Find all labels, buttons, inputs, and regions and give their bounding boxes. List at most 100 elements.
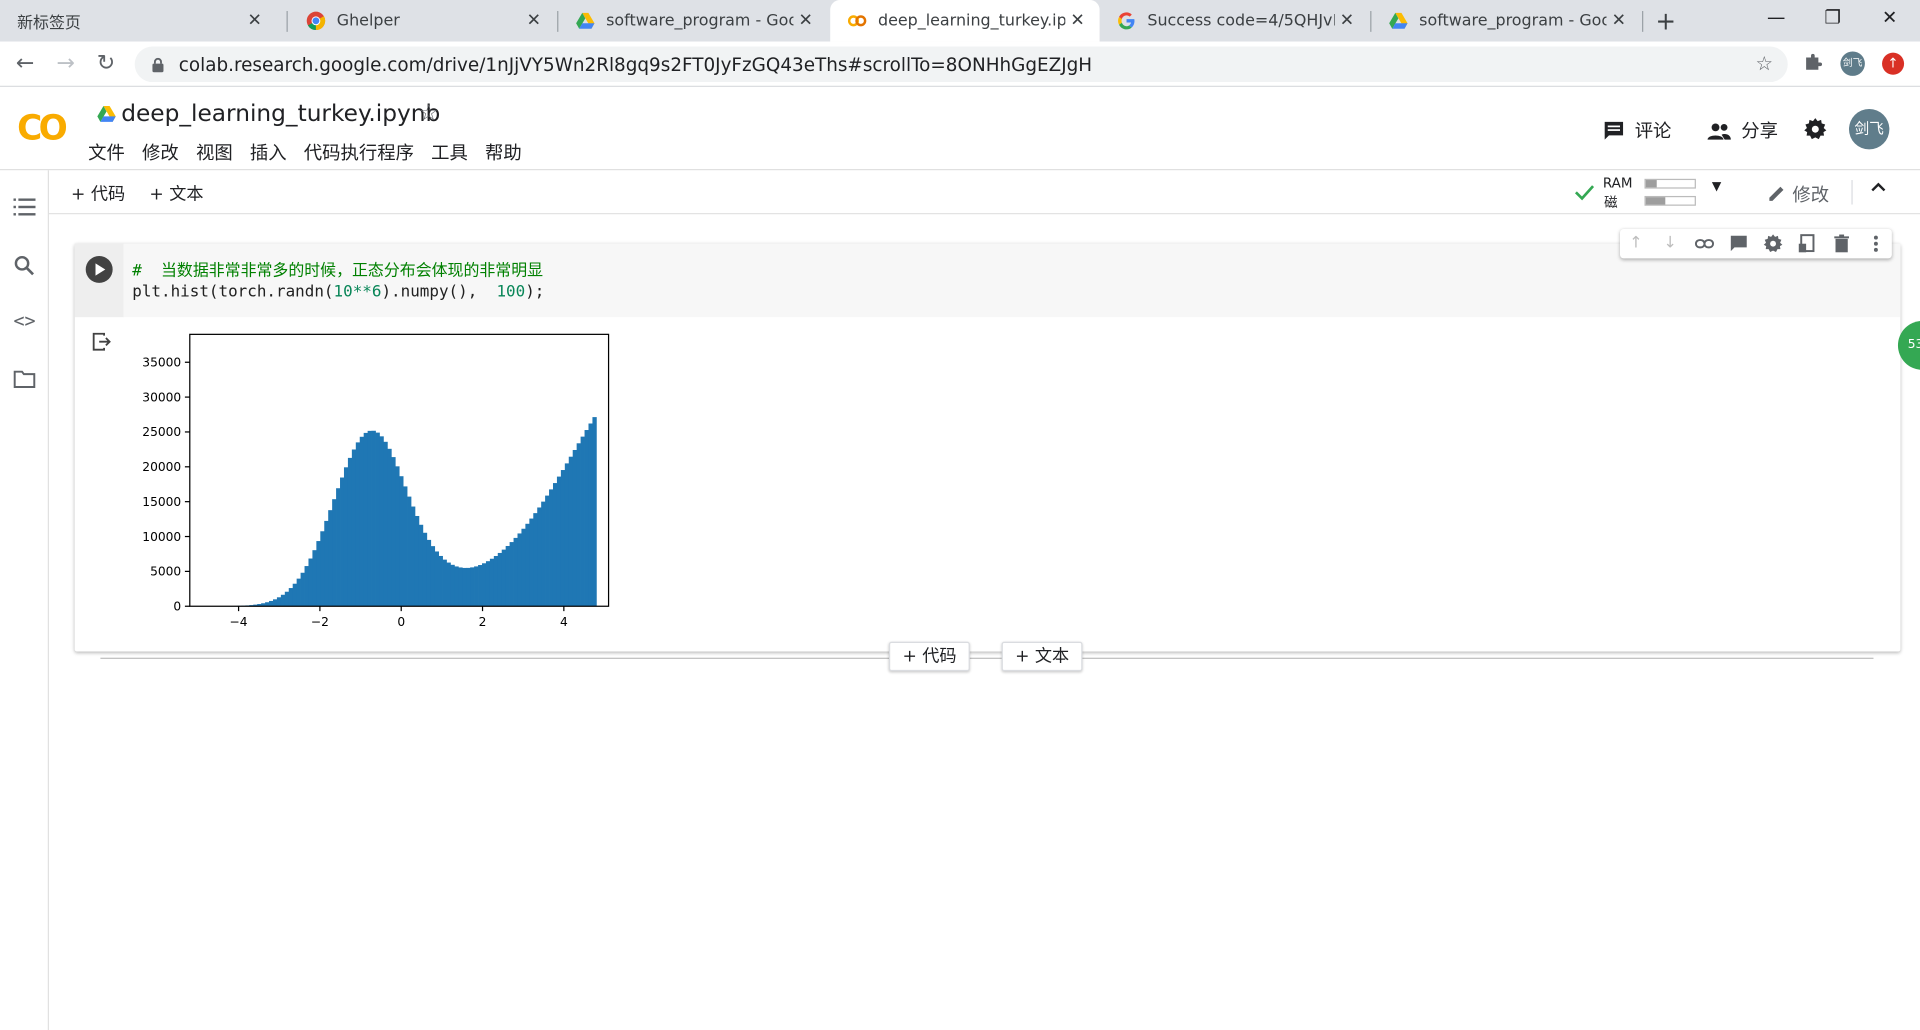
ram-usage-fill (1645, 180, 1657, 188)
close-icon[interactable]: ✕ (242, 11, 266, 31)
colab-logo[interactable]: CO (17, 108, 68, 148)
insert-code-button[interactable]: + 代码 (888, 641, 971, 672)
user-avatar[interactable]: 剑飞 (1848, 109, 1890, 150)
menu-edit[interactable]: 修改 (142, 140, 179, 166)
menu-file[interactable]: 文件 (88, 140, 125, 166)
chrome-icon (306, 11, 326, 31)
left-sidebar: <> (0, 170, 49, 1030)
run-cell-button[interactable] (85, 255, 113, 283)
gear-icon[interactable] (1804, 118, 1827, 141)
edit-button[interactable]: 修改 (1767, 181, 1829, 207)
tab-title: software_program - Googl (606, 11, 794, 31)
ram-usage-bar (1644, 178, 1696, 189)
histogram-bar (529, 518, 534, 607)
histogram-bar (324, 520, 329, 607)
histogram-bar (584, 430, 589, 607)
bookmark-star-icon[interactable]: ☆ (1755, 51, 1773, 74)
extensions-puzzle-icon[interactable] (1802, 51, 1824, 73)
histogram-bar (316, 541, 321, 607)
insert-text-button[interactable]: + 文本 (1001, 641, 1083, 672)
new-tab-button[interactable]: + (1656, 6, 1677, 35)
tab-software-program-2[interactable]: software_program - Googl ✕ (1371, 0, 1640, 42)
histogram-bar (438, 555, 443, 607)
notebook-title[interactable]: deep_learning_turkey.ipynb (121, 100, 440, 127)
close-window-button[interactable]: ✕ (1882, 6, 1897, 28)
profile-avatar[interactable]: 剑飞 (1840, 51, 1865, 76)
star-icon[interactable]: ☆ (419, 100, 439, 126)
notebook-toolbar: + 代码 + 文本 RAM 磁盘 ▼ 修改 (48, 170, 1920, 230)
y-tick-label: 5000 (150, 565, 181, 579)
tab-ghelper[interactable]: Ghelper ✕ (289, 0, 556, 42)
colab-icon (847, 15, 867, 27)
histogram-bar (446, 562, 451, 607)
menu-view[interactable]: 视图 (196, 140, 233, 166)
histogram-bar (304, 566, 309, 607)
share-button[interactable]: 分享 (1707, 118, 1778, 144)
histogram-bar (462, 567, 467, 607)
code-snippets-icon[interactable]: <> (13, 310, 35, 332)
comment-icon[interactable] (1729, 234, 1749, 254)
tab-deep-learning-turkey[interactable]: deep_learning_turkey.ipyn ✕ (830, 0, 1100, 42)
histogram-bar (568, 456, 574, 607)
histogram-bar (513, 537, 518, 607)
lock-icon (152, 57, 164, 72)
histogram-bar (450, 564, 455, 607)
comment-button[interactable]: 评论 (1603, 118, 1671, 144)
menu-tools[interactable]: 工具 (431, 140, 468, 166)
tab-software-program[interactable]: software_program - Googl ✕ (558, 0, 827, 42)
trash-icon[interactable] (1832, 234, 1852, 254)
mirror-cell-icon[interactable] (1798, 234, 1818, 254)
tab-new-tab[interactable]: 新标签页 ✕ (0, 0, 277, 42)
histogram-bar (407, 496, 412, 607)
chevron-down-icon[interactable]: ▼ (1712, 180, 1721, 193)
y-tick-label: 25000 (142, 425, 181, 439)
link-icon[interactable] (1694, 234, 1715, 254)
table-of-contents-icon[interactable] (13, 198, 36, 216)
close-icon[interactable]: ✕ (1065, 11, 1089, 31)
move-up-icon[interactable]: ↑ (1626, 234, 1646, 254)
menu-runtime[interactable]: 代码执行程序 (304, 140, 414, 166)
histogram-bar (269, 600, 274, 607)
histogram-bar (485, 561, 491, 607)
histogram-bar (509, 542, 514, 607)
output-icon[interactable] (92, 332, 112, 352)
update-icon[interactable]: ↑ (1882, 52, 1905, 75)
move-down-icon[interactable]: ↓ (1660, 234, 1680, 254)
histogram-bar (474, 566, 479, 607)
minimize-button[interactable]: — (1767, 6, 1785, 28)
close-icon[interactable]: ✕ (793, 11, 817, 31)
reload-icon[interactable]: ↻ (97, 50, 115, 76)
chevron-up-icon[interactable] (1870, 179, 1887, 196)
close-icon[interactable]: ✕ (522, 11, 546, 31)
address-bar[interactable]: colab.research.google.com/drive/1nJjVY5W… (134, 46, 1788, 83)
x-tick-label: 0 (397, 615, 405, 629)
add-text-button[interactable]: + 文本 (149, 181, 203, 205)
restore-button[interactable]: ❐ (1824, 6, 1840, 28)
tab-title: 新标签页 (17, 14, 81, 33)
forward-arrow-icon[interactable]: → (56, 50, 74, 76)
back-arrow-icon[interactable]: ← (16, 50, 34, 76)
gear-icon[interactable] (1763, 234, 1783, 254)
histogram-bar (340, 477, 345, 607)
histogram-bar (560, 470, 566, 607)
histogram-bar (328, 510, 333, 607)
histogram-bar (403, 486, 408, 607)
histogram-bar (478, 565, 483, 607)
histogram-bar (525, 523, 530, 607)
close-icon[interactable]: ✕ (1607, 11, 1631, 31)
close-icon[interactable]: ✕ (1335, 11, 1359, 31)
histogram-bar (332, 499, 337, 607)
folder-icon[interactable] (13, 370, 36, 388)
tab-title: software_program - Googl (1419, 11, 1607, 31)
add-code-button[interactable]: + 代码 (71, 181, 125, 205)
menu-insert[interactable]: 插入 (250, 140, 287, 166)
menu-help[interactable]: 帮助 (485, 140, 522, 166)
histogram-bar (367, 430, 372, 607)
more-vert-icon[interactable] (1866, 234, 1886, 254)
tab-success-code[interactable]: Success code=4/5QHJvHU ✕ (1100, 0, 1369, 42)
code-cell[interactable]: # 当数据非常非常多的时候，正态分布会体现的非常明显 plt.hist(torc… (74, 229, 1901, 652)
tab-title: deep_learning_turkey.ipyn (877, 11, 1066, 31)
pencil-icon (1769, 186, 1784, 201)
histogram-bar (549, 489, 554, 607)
search-icon[interactable] (13, 255, 35, 277)
